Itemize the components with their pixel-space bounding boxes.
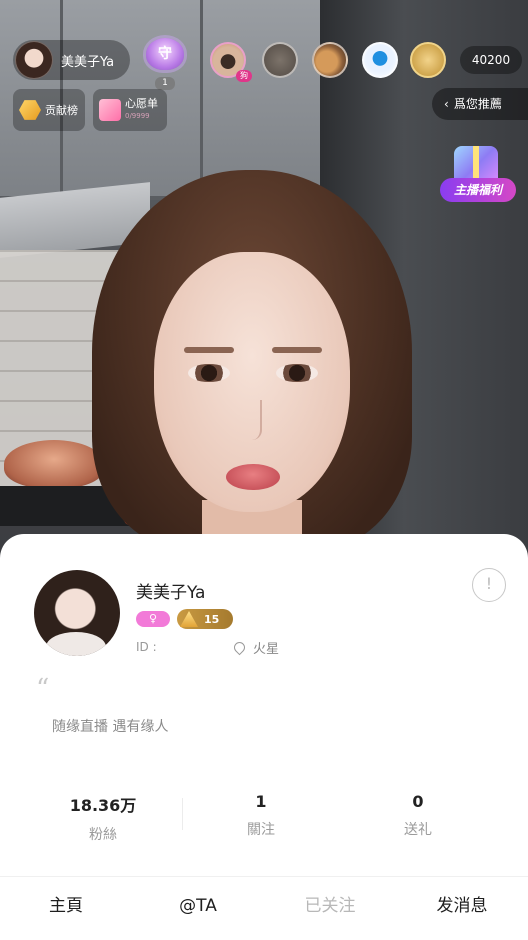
welfare-label: 主播福利 [440,178,516,202]
gifts-count: 0 [412,792,424,811]
host-avatar[interactable] [15,41,53,79]
viewer-avatar[interactable] [312,42,348,78]
fans-count: 18.36万 [69,796,137,815]
gender-badge: ♀ [136,611,170,627]
gifts-label: 送礼 [404,822,432,838]
contribution-label: 贡献榜 [45,103,78,117]
location: 火星 [231,638,280,657]
guard-badge[interactable]: 守 1 [142,38,188,90]
mention-tab[interactable]: @TA [132,877,264,940]
streamer [92,170,412,560]
fans-label: 粉絲 [89,827,117,843]
location-text: 火星 [253,642,280,657]
level-icon [180,611,198,627]
trophy-icon [19,100,41,120]
host-info[interactable]: 美美子Ya [13,40,130,80]
contribution-ranking-button[interactable]: 贡献榜 [13,89,85,131]
gift-icon [99,99,121,121]
chevron-left-icon: ‹ [444,97,449,111]
followed-button[interactable]: 已关注 [264,877,396,940]
wishlist-label: 心愿单 [125,97,158,110]
level-number: 15 [204,612,220,626]
profile-action-bar: 主頁 @TA 已关注 发消息 [0,876,528,940]
level-badge: 15 [177,609,233,629]
viewer-avatar[interactable] [262,42,298,78]
pot [4,440,104,488]
viewer-avatar[interactable] [362,42,398,78]
divider [182,798,183,830]
quote-icon: “ [36,674,50,704]
following-stat[interactable]: 1 關注 [186,792,336,839]
user-id-label: ID : [136,640,157,654]
profile-avatar[interactable] [34,570,120,656]
following-count: 1 [255,792,267,811]
viewer-avatar[interactable] [410,42,446,78]
send-message-button[interactable]: 发消息 [396,877,528,940]
guard-icon: 守 [146,38,184,70]
host-name: 美美子Ya [61,54,115,70]
wishlist-button[interactable]: 心愿单 0/9999 [93,89,167,131]
report-icon[interactable]: ! [472,568,506,602]
profile-card: 美美子Ya ! ♀ 15 ID : 火星 “ 随缘直播 遇有缘人 18.36万 … [0,534,528,940]
profile-bio: 随缘直播 遇有缘人 [52,719,169,735]
recommend-button[interactable]: ‹ 爲您推薦 [432,88,528,120]
profile-name: 美美子Ya [136,583,206,603]
location-pin-icon [231,639,248,656]
recommend-label: 爲您推薦 [453,97,502,111]
audience-count[interactable]: 40200 [460,46,522,74]
live-video [0,0,528,560]
gifts-stat[interactable]: 0 送礼 [343,792,493,839]
host-welfare-button[interactable]: 主播福利 [440,146,516,210]
following-label: 關注 [247,822,275,838]
viewer-tag: 狗 [236,70,252,82]
home-tab[interactable]: 主頁 [0,877,132,940]
fans-stat[interactable]: 18.36万 粉絲 [28,792,178,844]
wishlist-progress: 0/9999 [125,112,150,120]
